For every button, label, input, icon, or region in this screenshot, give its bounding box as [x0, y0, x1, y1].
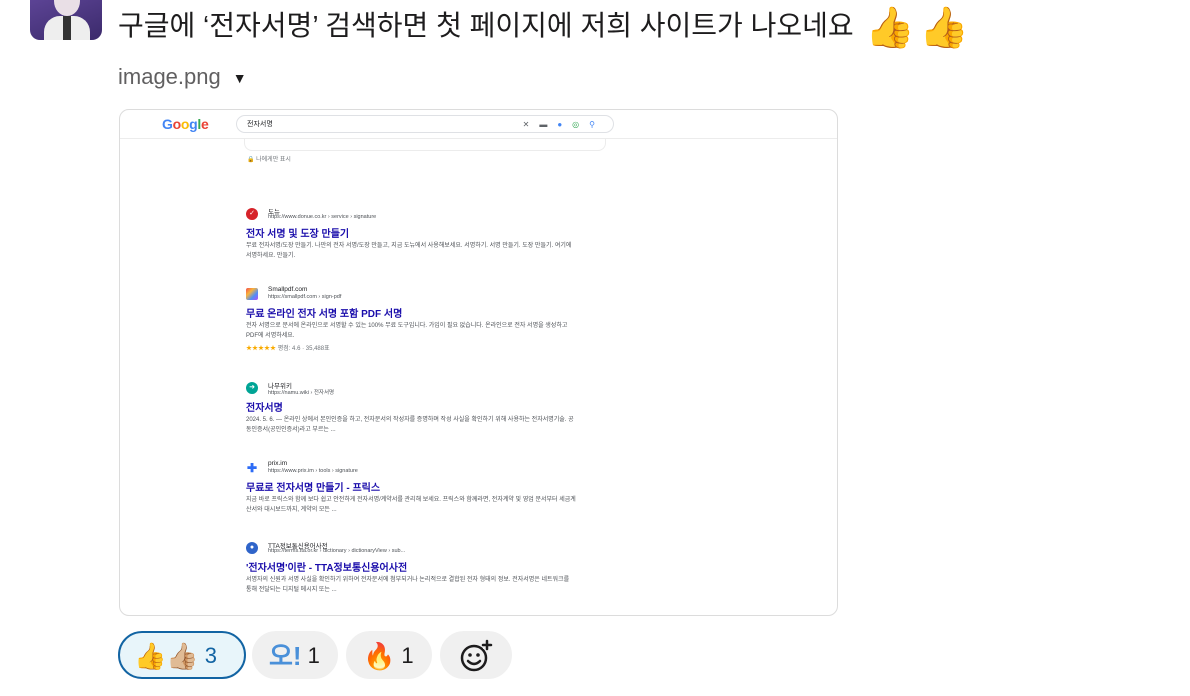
- prix-favicon: ✚: [246, 461, 258, 475]
- result-site-name: prix.im: [268, 460, 288, 467]
- donue-favicon: ✓: [246, 208, 258, 220]
- result-url: https://www.prix.im › tools › signature: [268, 468, 358, 474]
- result-snippet: 전자 서명으로 문서에 온라인으로 서명할 수 있는 100% 무료 도구입니다…: [246, 323, 568, 339]
- attachment-image[interactable]: Google 전자서명 ✕▬●◎⚲ 🔒 나에게만 표시 ✓ 도뉴 https:/…: [119, 109, 838, 616]
- caret-down-icon[interactable]: ▼: [233, 70, 247, 86]
- result-title: 전자 서명 및 도장 만들기: [246, 229, 350, 240]
- oh-emoji: 오!: [269, 641, 302, 672]
- previous-result-box: [244, 138, 606, 151]
- reaction-count: 1: [307, 643, 320, 669]
- result-site-name: Smallpdf.com: [268, 286, 308, 293]
- result-title: 전자서명: [246, 403, 283, 414]
- google-logo: Google: [162, 116, 209, 132]
- avatar-tie: [63, 16, 71, 40]
- reaction-oh[interactable]: 오! 1: [252, 631, 338, 679]
- result-url: https://namu.wiki › 전자서명: [268, 390, 335, 396]
- result-snippet: 무료 전자서명/도장 만들기. 나만의 전자 서명/도장 만들고, 지금 도뉴에…: [246, 243, 572, 259]
- result-snippet: 2024. 5. 6. — 온라인 상에서 본인인증을 하고, 전자문서의 작성…: [246, 417, 574, 433]
- keyboard-icon: ▬: [539, 120, 558, 129]
- reaction-count: 1: [401, 643, 414, 669]
- thumbs-up-tone-emoji: 👍🏼: [166, 641, 199, 672]
- mic-icon: ●: [557, 120, 573, 129]
- attachment-header[interactable]: image.png ▼: [118, 64, 247, 90]
- tta-favicon: ●: [246, 542, 258, 554]
- attachment-file-name: image.png: [118, 64, 221, 89]
- smallpdf-favicon: [246, 288, 258, 300]
- add-emoji-icon: [460, 639, 493, 672]
- reaction-thumbs-up[interactable]: 👍👍🏼 3: [118, 631, 246, 679]
- reaction-count: 3: [204, 643, 217, 669]
- avatar-face: [54, 0, 80, 16]
- fire-emoji: 🔥: [363, 641, 396, 672]
- avatar[interactable]: [30, 0, 102, 40]
- google-search-icons: ✕▬●◎⚲: [523, 116, 605, 134]
- result-title: '전자서명'이란 - TTA정보통신용어사전: [246, 563, 408, 574]
- result-url: https://smallpdf.com › sign-pdf: [268, 294, 342, 300]
- result-snippet: 지금 바로 프릭스와 함께 보다 쉽고 안전하게 전자서명/계약서를 관리해 보…: [246, 497, 576, 513]
- lens-icon: ◎: [572, 120, 590, 129]
- google-search-query: 전자서명: [247, 121, 273, 128]
- result-url: https://www.donue.co.kr › service › sign…: [268, 214, 377, 220]
- result-title: 무료로 전자서명 만들기 - 프릭스: [246, 483, 381, 494]
- search-icon: ⚲: [589, 120, 605, 129]
- add-reaction-button[interactable]: [440, 631, 512, 679]
- result-snippet: 서명자의 신원과 서명 사실을 확인하기 위하여 전자문서에 첨부되거나 논리적…: [246, 577, 570, 593]
- thumbs-up-emoji: 👍: [134, 641, 167, 672]
- result-url: https://terms.tta.or.kr › dictionary › d…: [268, 548, 406, 554]
- namuwiki-favicon: ➜: [246, 382, 258, 394]
- rating-stars: ★★★★★: [246, 346, 277, 352]
- reaction-fire[interactable]: 🔥 1: [346, 631, 432, 679]
- thumbs-up-emoji: 👍: [919, 5, 970, 50]
- result-title: 무료 온라인 전자 서명 포함 PDF 서명: [246, 309, 403, 320]
- clear-icon: ✕: [522, 120, 540, 129]
- google-header: Google 전자서명 ✕▬●◎⚲: [120, 110, 837, 139]
- result-rating: ★★★★★ 평점: 4.6 · 35,488표: [246, 346, 330, 352]
- personal-note: 🔒 나에게만 표시: [247, 157, 291, 163]
- message-text: 구글에 ‘전자서명’ 검색하면 첫 페이지에 저희 사이트가 나오네요 👍 👍: [118, 6, 969, 48]
- thumbs-up-emoji: 👍: [865, 5, 916, 50]
- google-search-box: 전자서명 ✕▬●◎⚲: [236, 115, 614, 133]
- message-body: 구글에 ‘전자서명’ 검색하면 첫 페이지에 저희 사이트가 나오네요: [118, 10, 854, 41]
